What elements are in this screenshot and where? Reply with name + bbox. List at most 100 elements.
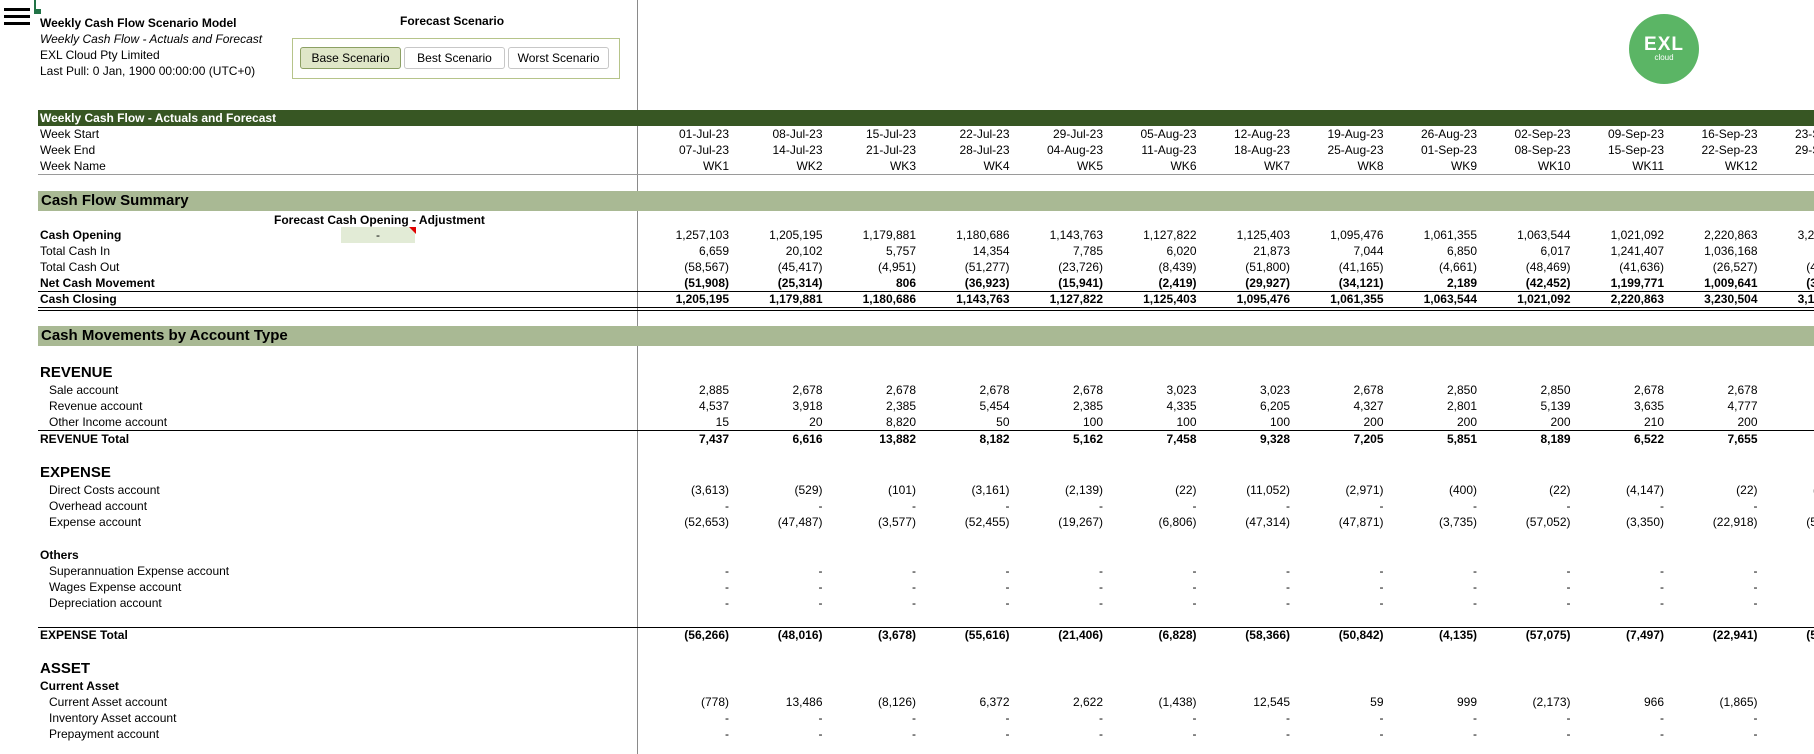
value-cell[interactable]: 4,777: [1668, 398, 1757, 414]
value-cell[interactable]: 5,757: [826, 243, 916, 259]
value-cell[interactable]: -: [1668, 595, 1758, 611]
value-cell[interactable]: WK6: [1107, 158, 1196, 174]
value-cell[interactable]: 2,678: [826, 382, 916, 398]
value-cell[interactable]: 2,622: [1013, 694, 1103, 710]
value-cell[interactable]: 8,562: [1761, 431, 1814, 447]
value-cell[interactable]: 1,199,771: [1574, 275, 1664, 291]
value-cell[interactable]: 2,220,863: [1574, 291, 1664, 307]
value-cell[interactable]: 13,486: [733, 694, 823, 710]
value-cell[interactable]: 14,354: [920, 243, 1010, 259]
value-cell[interactable]: 100: [1107, 414, 1196, 430]
value-cell[interactable]: 1,179,881: [826, 227, 916, 243]
value-cell[interactable]: (3,735): [1387, 514, 1477, 530]
value-cell[interactable]: 16-Sep-23: [1668, 126, 1757, 142]
value-cell[interactable]: -: [1013, 498, 1103, 514]
value-cell[interactable]: 04-Aug-23: [1013, 142, 1103, 158]
value-cell[interactable]: -: [733, 498, 823, 514]
value-cell[interactable]: 02-Sep-23: [1481, 126, 1570, 142]
value-cell[interactable]: WK7: [1200, 158, 1290, 174]
value-cell[interactable]: (101): [826, 482, 916, 498]
value-cell[interactable]: 21,873: [1200, 243, 1290, 259]
value-cell[interactable]: (58,366): [1200, 627, 1290, 643]
value-cell[interactable]: 18-Aug-23: [1200, 142, 1290, 158]
value-cell[interactable]: 15-Sep-23: [1574, 142, 1664, 158]
value-cell[interactable]: -: [1668, 710, 1758, 726]
value-cell[interactable]: (51,800): [1200, 259, 1290, 275]
value-cell[interactable]: WK2: [733, 158, 822, 174]
value-cell[interactable]: (56,266): [639, 627, 729, 643]
value-cell[interactable]: WK4: [920, 158, 1009, 174]
value-cell[interactable]: -: [1200, 726, 1290, 742]
value-cell[interactable]: 01-Sep-23: [1387, 142, 1477, 158]
value-cell[interactable]: 4,335: [1107, 398, 1196, 414]
value-cell[interactable]: (3,350): [1574, 514, 1664, 530]
value-cell[interactable]: 2,678: [1574, 382, 1664, 398]
value-cell[interactable]: -: [639, 563, 729, 579]
value-cell[interactable]: (8,439): [1107, 259, 1196, 275]
value-cell[interactable]: WK10: [1481, 158, 1571, 174]
value-cell[interactable]: (3,613): [639, 482, 729, 498]
value-cell[interactable]: (47,871): [1294, 514, 1384, 530]
value-cell[interactable]: (51,277): [920, 259, 1010, 275]
value-cell[interactable]: 7,437: [639, 431, 729, 447]
value-cell[interactable]: 1,125,403: [1200, 227, 1290, 243]
value-cell[interactable]: 6,659: [639, 243, 729, 259]
value-cell[interactable]: -: [1668, 563, 1758, 579]
value-cell[interactable]: 6,850: [1387, 243, 1477, 259]
value-cell[interactable]: -: [1200, 498, 1290, 514]
value-cell[interactable]: 07-Jul-23: [639, 142, 729, 158]
value-cell[interactable]: (89): [1761, 694, 1814, 710]
value-cell[interactable]: 200: [1668, 414, 1757, 430]
value-cell[interactable]: -: [1107, 563, 1197, 579]
value-cell[interactable]: 966: [1574, 694, 1664, 710]
value-cell[interactable]: -: [1107, 595, 1197, 611]
value-cell[interactable]: 1,061,355: [1387, 227, 1477, 243]
value-cell[interactable]: 59: [1294, 694, 1383, 710]
value-cell[interactable]: 1,095,476: [1200, 291, 1290, 307]
value-cell[interactable]: 12,545: [1200, 694, 1290, 710]
value-cell[interactable]: 6,372: [920, 694, 1009, 710]
value-cell[interactable]: 1,127,822: [1013, 291, 1103, 307]
value-cell[interactable]: 6,205: [1200, 398, 1290, 414]
value-cell[interactable]: -: [1294, 595, 1384, 611]
value-cell[interactable]: 5,684: [1761, 398, 1814, 414]
value-cell[interactable]: (1,438): [1107, 694, 1196, 710]
value-cell[interactable]: -: [733, 563, 823, 579]
value-cell[interactable]: -: [920, 710, 1010, 726]
value-cell[interactable]: (58,567): [639, 259, 729, 275]
value-cell[interactable]: 05-Aug-23: [1107, 126, 1196, 142]
value-cell[interactable]: (45,417): [733, 259, 823, 275]
value-cell[interactable]: (47,487): [733, 514, 823, 530]
value-cell[interactable]: -: [1294, 710, 1384, 726]
value-cell[interactable]: -: [1387, 595, 1477, 611]
value-cell[interactable]: 26-Aug-23: [1387, 126, 1477, 142]
value-cell[interactable]: 2,189: [1387, 275, 1477, 291]
value-cell[interactable]: 2,385: [826, 398, 916, 414]
value-cell[interactable]: 1,180,686: [826, 291, 916, 307]
value-cell[interactable]: -: [639, 579, 729, 595]
value-cell[interactable]: 6,616: [733, 431, 822, 447]
value-cell[interactable]: -: [1200, 710, 1290, 726]
value-cell[interactable]: (23,726): [1013, 259, 1103, 275]
value-cell[interactable]: 6,017: [1481, 243, 1570, 259]
value-cell[interactable]: 20: [733, 414, 822, 430]
value-cell[interactable]: -: [826, 579, 916, 595]
value-cell[interactable]: -: [1107, 710, 1197, 726]
base-scenario-button[interactable]: Base Scenario: [300, 47, 401, 69]
value-cell[interactable]: 3,023: [1200, 382, 1290, 398]
value-cell[interactable]: 3,191,364: [1761, 291, 1814, 307]
value-cell[interactable]: (11,052): [1200, 482, 1290, 498]
value-cell[interactable]: 1,125,403: [1107, 291, 1196, 307]
value-cell[interactable]: 3,023: [1107, 382, 1196, 398]
value-cell[interactable]: 2,678: [1013, 382, 1103, 398]
value-cell[interactable]: 3,230,504: [1761, 227, 1814, 243]
value-cell[interactable]: WK8: [1294, 158, 1383, 174]
value-cell[interactable]: (26,527): [1668, 259, 1758, 275]
value-cell[interactable]: 6,020: [1107, 243, 1196, 259]
value-cell[interactable]: 2,850: [1481, 382, 1570, 398]
value-cell[interactable]: (51,908): [639, 275, 729, 291]
value-cell[interactable]: 3,230,504: [1668, 291, 1757, 307]
value-cell[interactable]: (34,121): [1294, 275, 1384, 291]
value-cell[interactable]: -: [1294, 579, 1384, 595]
value-cell[interactable]: -: [1013, 710, 1103, 726]
